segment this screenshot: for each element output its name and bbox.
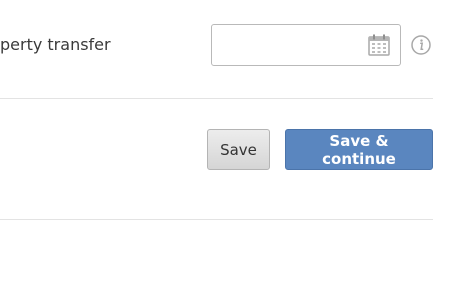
date-field[interactable] [211, 24, 401, 66]
property-transfer-date-label: perty transfer [0, 35, 111, 54]
form-page: perty transfer Save Save & continue [0, 0, 470, 294]
section-divider-top [0, 98, 433, 99]
section-divider-bottom [0, 219, 433, 220]
save-and-continue-button[interactable]: Save & continue [285, 129, 433, 170]
date-input[interactable] [212, 25, 382, 65]
save-button[interactable]: Save [207, 129, 270, 170]
calendar-icon[interactable] [368, 34, 390, 56]
info-icon[interactable] [411, 35, 431, 55]
